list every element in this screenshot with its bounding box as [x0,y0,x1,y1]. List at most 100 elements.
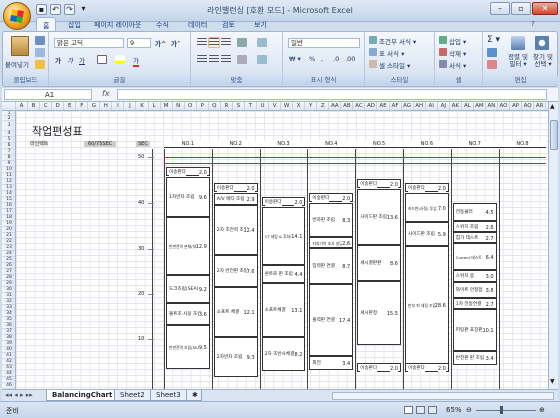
qat-customize-icon[interactable]: ▾ [78,4,89,15]
column-header[interactable]: AQ [522,102,535,110]
column-header[interactable]: AR [534,102,547,110]
sheet-tab-sheet2[interactable]: Sheet2 [114,390,151,401]
column-header[interactable]: AN [486,102,498,110]
tab-data[interactable]: 데이터 [182,17,213,31]
normal-view-icon[interactable] [404,406,413,414]
column-header[interactable]: Q [209,102,221,110]
column-header[interactable]: D [52,102,65,110]
align-middle-icon[interactable] [208,37,220,48]
column-header[interactable]: AG [402,102,414,110]
horizontal-scrollbar[interactable] [332,392,554,400]
zoom-out-icon[interactable]: ⊖ [466,406,472,414]
insert-cells-button[interactable]: 삽입 ▾ [449,36,466,46]
percent-button[interactable]: % [309,55,315,63]
bold-button[interactable]: 가 [55,55,61,65]
comma-button[interactable]: , [321,55,323,63]
column-header[interactable]: AP [510,102,523,110]
paste-button[interactable]: 붙여넣기 [5,59,29,69]
column-header[interactable]: M [161,102,173,110]
function-icon[interactable]: fx [102,89,110,98]
column-header[interactable]: AO [498,102,511,110]
column-header[interactable]: AK [450,102,462,110]
tab-page-layout[interactable]: 페이지 레이아웃 [88,17,147,31]
redo-icon[interactable]: ↷ [64,4,75,15]
formula-input[interactable] [117,89,547,100]
format-painter-icon[interactable] [35,60,45,69]
font-color-button[interactable]: 가 [133,55,139,67]
column-header[interactable]: AL [462,102,474,110]
orientation-icon[interactable] [237,38,247,47]
column-header[interactable]: H [100,102,113,110]
column-header[interactable]: I [112,102,125,110]
help-icon[interactable]: ? [525,17,541,31]
sort-filter-icon[interactable] [511,36,525,50]
scroll-down-icon[interactable]: ▼ [550,378,555,385]
shrink-font-button[interactable]: 가˅ [171,38,180,48]
format-cells-button[interactable]: 서식 ▾ [449,60,466,70]
indent-icon[interactable] [237,55,247,64]
close-button[interactable]: ✕ [532,2,558,15]
select-all-corner[interactable] [2,102,16,110]
column-header[interactable]: G [88,102,101,110]
tab-view[interactable]: 보기 [248,17,273,31]
fill-color-icon[interactable] [115,55,125,64]
decrease-decimal-button[interactable]: .00 [345,55,355,63]
tab-insert[interactable]: 삽입 [62,17,87,31]
column-header[interactable]: AJ [438,102,450,110]
row-header[interactable]: 3 [2,121,15,131]
column-header[interactable]: B [28,102,41,110]
tab-formulas[interactable]: 수식 [150,17,175,31]
column-header[interactable]: N [173,102,185,110]
align-bottom-icon[interactable] [221,38,231,47]
column-header[interactable]: O [185,102,197,110]
zoom-slider[interactable] [476,410,536,411]
column-header[interactable]: A [16,102,29,110]
sheet-tab-balancingchart[interactable]: BalancingChart [46,390,119,401]
office-button[interactable] [3,2,31,30]
border-icon[interactable] [97,55,107,64]
column-header[interactable]: AH [414,102,426,110]
grow-font-button[interactable]: 가^ [155,38,166,48]
find-select-button[interactable]: 찾기 및 선택 ▾ [531,54,555,68]
clear-icon[interactable] [487,60,497,69]
merge-center-icon[interactable] [257,55,267,64]
find-select-icon[interactable] [535,36,549,50]
currency-button[interactable]: ₩ ▾ [289,55,301,63]
column-header[interactable]: P [197,102,209,110]
column-header[interactable]: AA [329,102,342,110]
tab-review[interactable]: 검토 [216,17,241,31]
font-size-select[interactable]: 9 [127,38,151,48]
sort-filter-button[interactable]: 정렬 및 필터 ▾ [507,54,529,68]
align-center-icon[interactable] [209,55,219,64]
zoom-level[interactable]: 65% [446,406,462,414]
column-header[interactable]: W [281,102,294,110]
column-header[interactable]: E [64,102,77,110]
table-format-button[interactable]: 표 서식 ▾ [379,48,404,58]
align-right-icon[interactable] [221,55,231,64]
page-layout-view-icon[interactable] [416,406,425,414]
vertical-scrollbar[interactable]: ▲ ▼ [548,102,558,389]
autosum-icon[interactable]: Σ ▾ [487,35,500,45]
conditional-format-button[interactable]: 조건부 서식 ▾ [379,36,416,46]
save-icon[interactable]: ▪ [36,4,47,15]
copy-icon[interactable] [35,48,45,57]
column-header[interactable]: C [40,102,53,110]
column-header[interactable]: AM [474,102,486,110]
align-left-icon[interactable] [197,55,207,64]
scroll-up-icon[interactable]: ▲ [550,103,555,110]
column-header[interactable]: J [124,102,137,110]
column-header[interactable]: Z [317,102,330,110]
fill-icon[interactable] [487,48,497,57]
worksheet-grid[interactable]: 작업편성표 라인택트 60/75SEC SEC NO.1 NO.2 NO.3 NO.4… [16,111,548,389]
column-header[interactable]: U [257,102,270,110]
column-header[interactable]: X [293,102,306,110]
insert-sheet-icon[interactable]: ✱ [186,390,202,401]
column-header[interactable]: F [76,102,89,110]
delete-cells-button[interactable]: 삭제 ▾ [449,48,466,58]
tab-home[interactable]: 홈 [36,17,57,31]
name-box[interactable]: A1 [4,89,92,100]
underline-button[interactable]: 가 [79,55,85,65]
column-header[interactable]: Y [305,102,318,110]
italic-button[interactable]: 가 [67,55,73,65]
maximize-button[interactable]: ▫ [511,2,531,15]
